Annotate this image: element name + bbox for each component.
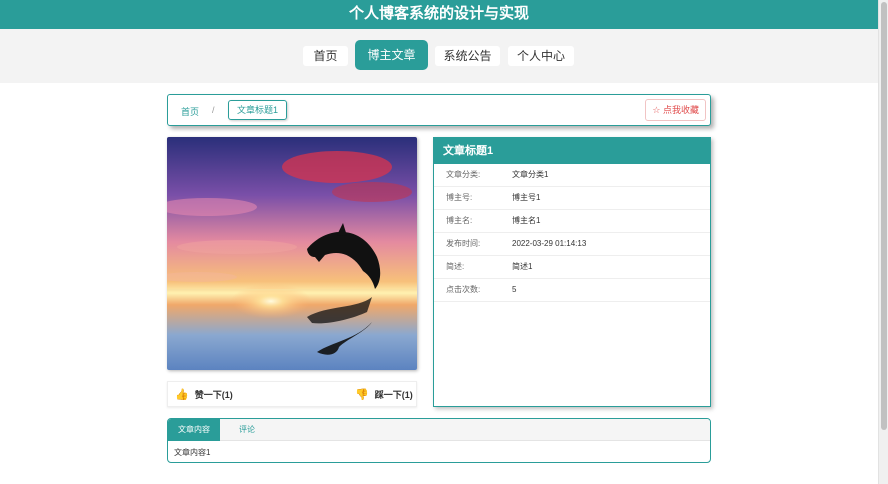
breadcrumb: 首页 / 文章标题1 ☆ 点我收藏: [167, 94, 711, 126]
info-label: 文章分类:: [446, 164, 480, 186]
info-row-category: 文章分类: 文章分类1: [434, 164, 710, 187]
dislike-button[interactable]: 👎 踩一下(1): [355, 388, 413, 401]
site-header: 个人博客系统的设计与实现: [0, 0, 878, 29]
star-icon: ☆: [652, 105, 660, 115]
nav-personal-center[interactable]: 个人中心: [508, 46, 574, 66]
info-value: 5: [512, 279, 516, 301]
article-info-panel: 文章标题1 文章分类: 文章分类1 博主号: 博主号1 博主名: 博主名1 发布…: [433, 137, 711, 407]
favorite-button[interactable]: ☆ 点我收藏: [645, 99, 706, 121]
breadcrumb-current: 文章标题1: [228, 100, 287, 120]
dislike-label: 踩一下(1): [375, 388, 413, 401]
info-label: 发布时间:: [446, 233, 480, 255]
vote-bar: 👍 赞一下(1) 👎 踩一下(1): [167, 381, 417, 407]
info-label: 博主名:: [446, 210, 472, 232]
nav-announcements[interactable]: 系统公告: [435, 46, 500, 66]
favorite-label: 点我收藏: [663, 105, 699, 115]
thumbs-up-icon: 👍: [175, 388, 189, 401]
article-content-panel: 文章内容 评论 文章内容1: [167, 418, 711, 463]
info-value: 2022-03-29 01:14:13: [512, 233, 586, 255]
main-nav: 首页 博主文章 系统公告 个人中心: [0, 29, 878, 83]
info-row-blogger-name: 博主名: 博主名1: [434, 210, 710, 233]
thumbs-down-icon: 👎: [355, 388, 369, 401]
site-title: 个人博客系统的设计与实现: [349, 5, 529, 22]
info-value: 文章分类1: [512, 164, 548, 186]
info-value: 博主号1: [512, 187, 540, 209]
nav-home[interactable]: 首页: [303, 46, 348, 66]
tab-article-content[interactable]: 文章内容: [168, 419, 220, 441]
info-value: 博主名1: [512, 210, 540, 232]
like-label: 赞一下(1): [195, 388, 233, 401]
like-button[interactable]: 👍 赞一下(1): [175, 388, 233, 401]
page: 个人博客系统的设计与实现 首页 博主文章 系统公告 个人中心 首页 / 文章标题…: [0, 0, 878, 484]
content-tabs: 文章内容 评论: [168, 419, 710, 441]
article-cover-image: [167, 137, 417, 370]
breadcrumb-separator: /: [212, 105, 215, 115]
breadcrumb-home[interactable]: 首页: [181, 105, 199, 118]
article-title: 文章标题1: [434, 138, 710, 164]
info-label: 点击次数:: [446, 279, 480, 301]
info-row-blogger-id: 博主号: 博主号1: [434, 187, 710, 210]
info-row-publish-time: 发布时间: 2022-03-29 01:14:13: [434, 233, 710, 256]
scrollbar-thumb[interactable]: [881, 2, 887, 430]
info-label: 博主号:: [446, 187, 472, 209]
vertical-scrollbar[interactable]: [878, 0, 888, 484]
info-label: 简述:: [446, 256, 464, 278]
article-body: 文章内容1: [168, 441, 710, 463]
info-row-summary: 简述: 简述1: [434, 256, 710, 279]
info-value: 简述1: [512, 256, 532, 278]
nav-blogger-articles[interactable]: 博主文章: [355, 40, 428, 70]
tab-comments[interactable]: 评论: [229, 419, 265, 441]
info-row-click-count: 点击次数: 5: [434, 279, 710, 302]
